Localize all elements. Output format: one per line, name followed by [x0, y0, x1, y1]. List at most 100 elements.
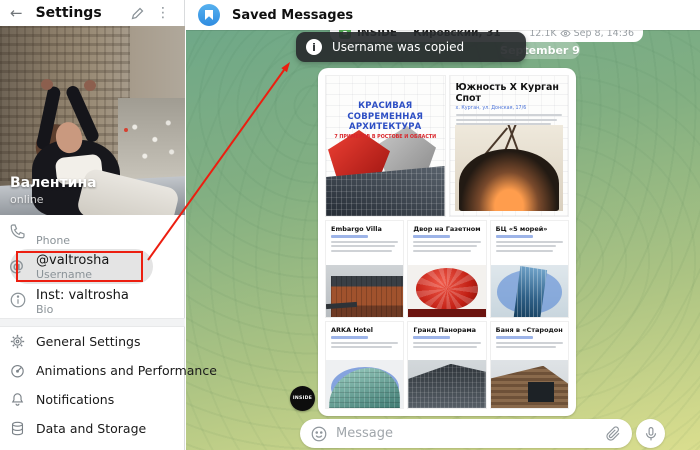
menu-item-animations-performance[interactable]: Animations and Performance [0, 356, 185, 385]
menu-item-general-settings[interactable]: General Settings [0, 327, 185, 356]
saved-messages-avatar [198, 4, 220, 26]
card-photo-panorama [408, 360, 485, 408]
album-row-middle: Embargo Villa Двор на Газетном [326, 221, 568, 317]
album-card-embargo-villa: Embargo Villa [326, 221, 403, 317]
gear-icon [9, 333, 27, 351]
emoji-icon[interactable] [310, 425, 328, 443]
album-card-gazetny: Двор на Газетном [408, 221, 485, 317]
album-card-arka-hotel: ARKA Hotel [326, 322, 403, 408]
views-count: 12.1K [529, 30, 556, 39]
card-photo-five-seas [491, 265, 568, 317]
profile-photo[interactable]: Валентина online [0, 26, 185, 215]
text-line [413, 342, 480, 344]
text-line [456, 114, 563, 116]
phone-value [36, 219, 177, 234]
username-label: Username [36, 268, 177, 281]
text-line [331, 342, 398, 344]
settings-sidebar: ← Settings ⋮ Валентина online [0, 0, 185, 450]
text-line [413, 346, 477, 348]
text-line [496, 241, 563, 243]
chat-title: Saved Messages [232, 8, 353, 23]
album-card-banya: Баня в «Стародонье» [491, 322, 568, 408]
album-card-grand-panorama: Гранд Панорама [408, 322, 485, 408]
album-feature-panel: Южность X Курган Спот х. Курган, ул. Дон… [450, 76, 569, 216]
card-address-bar [496, 235, 533, 238]
card-title: Баня в «Стародонье» [496, 326, 563, 334]
at-icon: @ [9, 256, 29, 276]
text-line [456, 119, 557, 121]
photo-traffic-light [124, 128, 128, 132]
album-card-five-seas: БЦ «5 морей» [491, 221, 568, 317]
bio-row[interactable]: Inst: valtrosha Bio [0, 284, 185, 318]
feature-address: х. Курган, ул. Донская, 17/6 [456, 106, 563, 111]
info-icon [9, 291, 29, 311]
photo-woman-hand-left [41, 79, 53, 90]
profile-name: Валентина [10, 175, 97, 191]
voice-message-button[interactable] [636, 419, 665, 448]
toast-notification: i Username was copied [296, 32, 526, 62]
edit-profile-button[interactable] [130, 6, 152, 21]
tent-dome [459, 149, 559, 211]
eye-icon [560, 30, 571, 39]
album-row-bottom: ARKA Hotel Гранд Панорама [326, 322, 568, 408]
text-line [331, 241, 398, 243]
telegram-window: ← Settings ⋮ Валентина online [0, 0, 700, 450]
phone-row[interactable]: Phone [0, 215, 185, 249]
attachment-icon[interactable] [604, 425, 622, 443]
card-photo-embargo [326, 265, 403, 317]
cover-title: КРАСИВАЯ СОВРЕМЕННАЯ АРХИТЕКТУРА [326, 101, 445, 133]
settings-header: ← Settings ⋮ [0, 0, 184, 26]
menu-label-animations-performance: Animations and Performance [36, 363, 217, 378]
message-time: Sep 8, 14:36 [574, 30, 634, 39]
speedometer-icon [9, 362, 27, 380]
card-address-bar [331, 235, 368, 238]
text-line [331, 346, 392, 348]
profile-status: online [10, 193, 44, 206]
back-icon[interactable]: ← [10, 6, 23, 21]
card-title: Гранд Панорама [413, 326, 480, 334]
text-line [496, 342, 563, 344]
card-title: БЦ «5 морей» [496, 225, 563, 233]
feature-title: Южность X Курган Спот [456, 82, 563, 104]
chat-area: Saved Messages INSIDE Кировский, 31 12.1… [186, 0, 700, 450]
bio-value: Inst: valtrosha [36, 288, 177, 303]
feature-tent-photo [455, 125, 564, 211]
section-separator [0, 318, 185, 327]
album-message-image[interactable]: КРАСИВАЯ СОВРЕМЕННАЯ АРХИТЕКТУРА 7 ПРИМЕ… [318, 68, 576, 416]
kebab-menu-icon[interactable]: ⋮ [152, 5, 174, 21]
photo-street [118, 98, 185, 181]
card-address-bar [413, 336, 450, 339]
text-line [413, 250, 470, 252]
settings-title: Settings [36, 5, 130, 21]
message-composer [300, 419, 632, 448]
menu-item-notifications[interactable]: Notifications [0, 385, 185, 414]
info-circle-icon: i [306, 39, 322, 55]
card-title: ARKA Hotel [331, 326, 398, 334]
text-line [331, 250, 392, 252]
inside-logo-badge: INSIDE [290, 386, 315, 411]
message-input[interactable] [336, 426, 596, 441]
card-title: Embargo Villa [331, 225, 398, 233]
username-value: @valtrosha [36, 253, 177, 268]
text-line [496, 250, 553, 252]
photo-woman-hand-right [84, 80, 96, 91]
text-line [496, 346, 557, 348]
chat-header[interactable]: Saved Messages [186, 0, 700, 30]
text-line [413, 241, 480, 243]
username-row[interactable]: @ @valtrosha Username [0, 249, 185, 284]
menu-item-data-storage[interactable]: Data and Storage [0, 414, 185, 443]
bell-icon [9, 391, 27, 409]
text-line [331, 245, 395, 247]
card-photo-arka [326, 360, 403, 408]
settings-menu: General Settings Animations and Performa… [0, 327, 185, 443]
card-address-bar [331, 336, 368, 339]
album-cover-panel: КРАСИВАЯ СОВРЕМЕННАЯ АРХИТЕКТУРА 7 ПРИМЕ… [326, 76, 445, 216]
album-row-top: КРАСИВАЯ СОВРЕМЕННАЯ АРХИТЕКТУРА 7 ПРИМЕ… [326, 76, 568, 216]
menu-label-data-storage: Data and Storage [36, 421, 146, 436]
profile-info-section: Phone @ @valtrosha Username Inst: valtro… [0, 215, 185, 318]
card-title: Двор на Газетном [413, 225, 480, 233]
database-icon [9, 420, 27, 438]
text-line [496, 245, 557, 247]
card-photo-banya [491, 360, 568, 408]
cover-subtitle: 7 ПРИМЕРОВ В РОСТОВЕ И ОБЛАСТИ [326, 135, 445, 140]
